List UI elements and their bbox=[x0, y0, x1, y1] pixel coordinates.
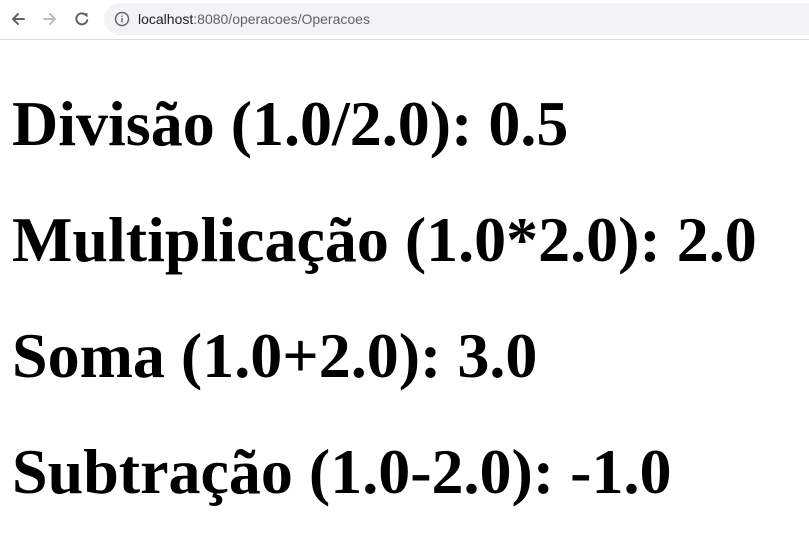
url-host: localhost bbox=[138, 11, 194, 27]
multiplication-result-heading: Multiplicação (1.0*2.0): 2.0 bbox=[12, 204, 757, 275]
sum-result-heading: Soma (1.0+2.0): 3.0 bbox=[12, 320, 538, 391]
forward-button[interactable] bbox=[38, 7, 62, 31]
browser-toolbar: localhost:8080/operacoes/Operacoes bbox=[0, 0, 809, 40]
page-content: Divisão (1.0/2.0): 0.5 Multiplicação (1.… bbox=[0, 40, 809, 548]
reload-button[interactable] bbox=[70, 7, 94, 31]
arrow-left-icon bbox=[12, 13, 25, 25]
reload-icon bbox=[75, 12, 89, 26]
url-path: :8080/operacoes/Operacoes bbox=[193, 11, 370, 27]
url-text[interactable]: localhost:8080/operacoes/Operacoes bbox=[138, 3, 370, 35]
subtraction-result-heading: Subtração (1.0-2.0): -1.0 bbox=[12, 436, 672, 507]
arrow-right-icon bbox=[43, 13, 56, 25]
division-result-heading: Divisão (1.0/2.0): 0.5 bbox=[12, 88, 569, 159]
address-bar[interactable]: localhost:8080/operacoes/Operacoes bbox=[104, 3, 809, 35]
back-button[interactable] bbox=[6, 7, 30, 31]
info-icon[interactable] bbox=[114, 11, 130, 27]
